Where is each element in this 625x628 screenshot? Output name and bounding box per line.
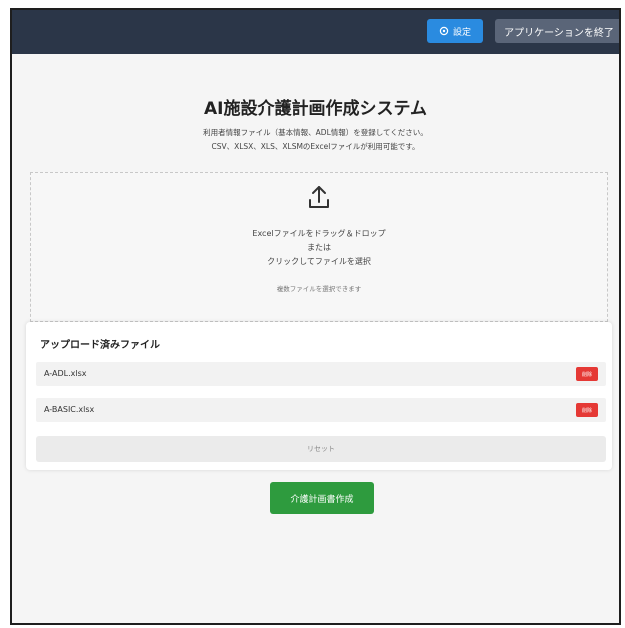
quit-app-button[interactable]: アプリケーションを終了 [495,19,619,43]
description-line-2: CSV、XLSX、XLS、XLSMのExcelファイルが利用可能です。 [211,142,420,151]
reset-button[interactable]: リセット [36,436,606,462]
dropzone-instructions: Excelファイルをドラッグ＆ドロップ または クリックしてファイルを選択 [31,227,607,269]
delete-file-button[interactable]: 削除 [576,403,598,417]
description-line-1: 利用者情報ファイル（基本情報、ADL情報）を登録してください。 [203,128,428,137]
settings-button[interactable]: 設定 [427,19,483,43]
file-row: A-BASIC.xlsx 削除 [36,398,606,422]
uploaded-files-heading: アップロード済みファイル [40,340,160,351]
file-name: A-ADL.xlsx [44,369,87,378]
dropzone-line-1: Excelファイルをドラッグ＆ドロップ [252,229,386,238]
upload-icon [305,183,333,211]
dropzone-hint: 複数ファイルを選択できます [276,285,362,293]
dropzone-line-2: または [307,243,331,252]
gear-icon [439,26,449,36]
app-window: 設定 アプリケーションを終了 AI施設介護計画作成システム 利用者情報ファイル（… [10,8,621,625]
create-care-plan-button[interactable]: 介護計画書作成 [270,482,374,514]
dropzone-line-3: クリックしてファイルを選択 [267,257,371,266]
page-title: AI施設介護計画作成システム [204,99,427,119]
file-name: A-BASIC.xlsx [44,405,95,414]
file-dropzone[interactable]: Excelファイルをドラッグ＆ドロップ または クリックしてファイルを選択 複数… [30,172,608,322]
settings-label: 設定 [452,27,471,38]
top-bar: 設定 アプリケーションを終了 [12,10,619,54]
page-description: 利用者情報ファイル（基本情報、ADL情報）を登録してください。 CSV、XLSX… [12,126,619,154]
uploaded-files-panel: アップロード済みファイル A-ADL.xlsx 削除 A-BASIC.xlsx … [26,322,612,470]
delete-file-button[interactable]: 削除 [576,367,598,381]
file-row: A-ADL.xlsx 削除 [36,362,606,386]
